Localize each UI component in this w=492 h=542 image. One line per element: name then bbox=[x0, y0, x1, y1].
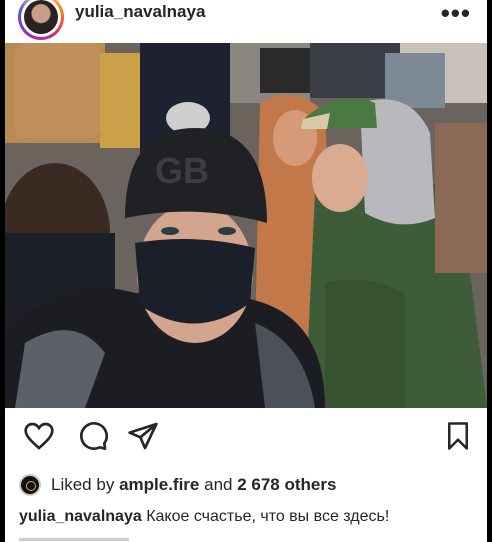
caption-username[interactable]: yulia_navalnaya bbox=[19, 508, 142, 525]
svg-text:GB: GB bbox=[155, 150, 209, 191]
post-photo[interactable]: GB bbox=[5, 43, 487, 408]
avatar-photo bbox=[24, 0, 58, 34]
send-icon[interactable] bbox=[127, 420, 159, 452]
caption-overflow bbox=[19, 532, 139, 542]
likes-summary: Liked by ample.fire and 2 678 others bbox=[19, 473, 336, 497]
bookmark-icon[interactable] bbox=[443, 420, 473, 452]
post-username[interactable]: yulia_navalnaya bbox=[75, 2, 205, 22]
instagram-post: yulia_navalnaya ••• GB Liked by ample.fi… bbox=[5, 0, 487, 542]
liker-username[interactable]: ample.fire bbox=[119, 475, 199, 495]
likes-prefix: Liked by bbox=[51, 475, 115, 494]
liker-avatar[interactable] bbox=[19, 474, 41, 496]
caption-text: Какое счастье, что вы все здесь! bbox=[146, 508, 390, 525]
likes-middle: and bbox=[204, 475, 233, 494]
comment-icon[interactable] bbox=[77, 420, 109, 452]
profile-avatar[interactable] bbox=[18, 0, 64, 40]
likes-others-link[interactable]: 2 678 others bbox=[237, 475, 336, 495]
post-header: yulia_navalnaya ••• bbox=[5, 0, 487, 42]
post-actions bbox=[5, 420, 487, 460]
photo-illustration: GB bbox=[5, 43, 487, 408]
post-caption: yulia_navalnaya Какое счастье, что вы вс… bbox=[19, 508, 389, 526]
more-options-icon[interactable]: ••• bbox=[441, 0, 471, 29]
heart-icon[interactable] bbox=[23, 420, 55, 452]
